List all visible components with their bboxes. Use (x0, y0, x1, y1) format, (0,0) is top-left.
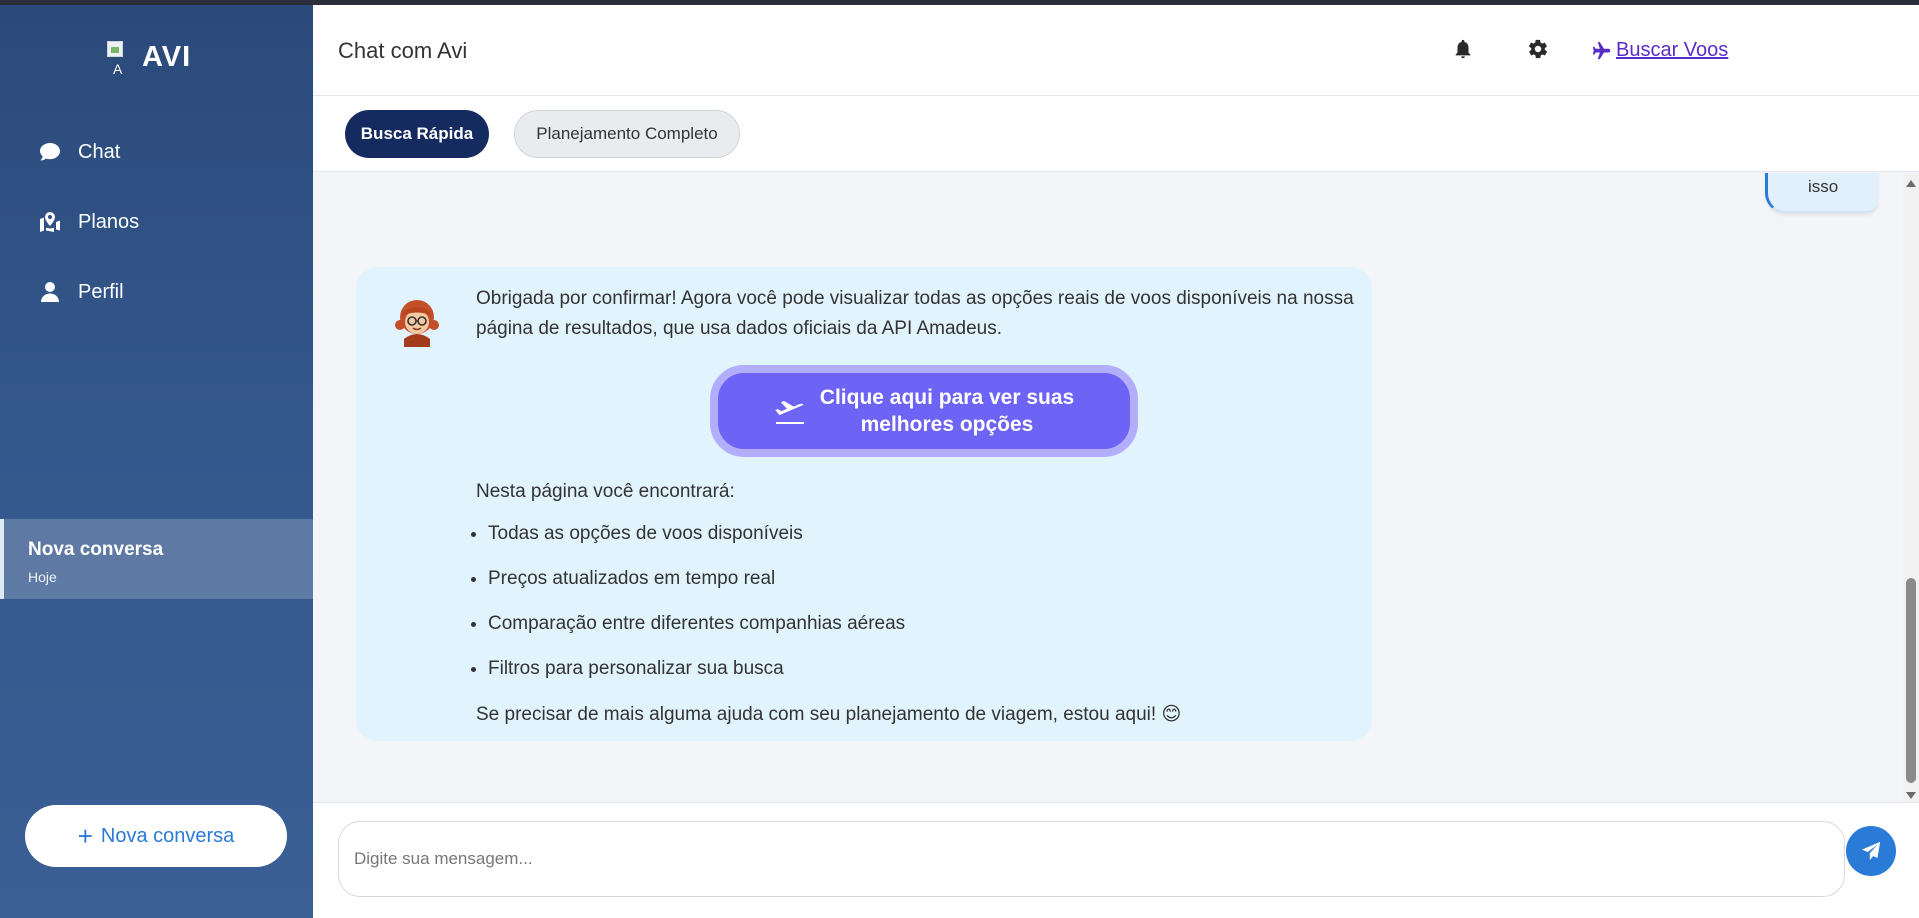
scroll-down-arrow-icon[interactable] (1906, 792, 1916, 799)
features-list: Todas as opções de voos disponíveis Preç… (488, 523, 905, 703)
bot-message: Obrigada por confirmar! Agora você pode … (356, 267, 1372, 741)
scrollbar-thumb[interactable] (1906, 578, 1916, 783)
tab-planejamento-completo[interactable]: Planejamento Completo (514, 110, 740, 158)
gear-icon (1528, 39, 1548, 59)
send-button[interactable] (1846, 826, 1896, 876)
chat-messages[interactable]: isso Obrigada por confirmar! Agora você … (313, 173, 1903, 802)
chat-scrollbar[interactable] (1903, 173, 1919, 802)
message-composer (313, 802, 1919, 918)
cta-label-line2: melhores opções (860, 413, 1034, 436)
broken-logo-image-icon: A (105, 37, 139, 77)
search-flights-link[interactable]: Buscar Voos (1591, 39, 1728, 62)
list-item: Preços atualizados em tempo real (488, 568, 905, 613)
app-logo[interactable]: A AVI (105, 35, 191, 79)
bot-intro-text: Obrigada por confirmar! Agora você pode … (476, 288, 1354, 339)
cta-label-line1: Clique aqui para ver suas (819, 386, 1075, 409)
list-item: Todas as opções de voos disponíveis (488, 523, 905, 568)
sidebar-item-chat[interactable]: Chat (0, 117, 313, 187)
user-message-text: isso (1808, 177, 1839, 196)
comment-icon (40, 143, 60, 161)
notifications-button[interactable] (1452, 38, 1478, 64)
main-area: Chat com Avi Buscar Voos Busca Rápida Pl… (313, 5, 1919, 918)
user-message: isso (1765, 173, 1878, 213)
search-flights-label: Buscar Voos (1616, 39, 1729, 61)
sidebar-item-planos[interactable]: Planos (0, 187, 313, 257)
header: Chat com Avi Buscar Voos (313, 5, 1919, 96)
map-icon (40, 212, 60, 232)
list-item: Filtros para personalizar sua busca (488, 658, 905, 703)
scroll-up-arrow-icon[interactable] (1906, 180, 1916, 187)
message-input[interactable] (338, 821, 1845, 897)
settings-button[interactable] (1527, 38, 1553, 64)
sidebar: A AVI Chat Planos Perfil Nova conversa H… (0, 5, 313, 918)
cta-label: Clique aqui para ver suas melhores opçõe… (820, 384, 1074, 438)
bot-closing-text: Se precisar de mais alguma ajuda com seu… (476, 704, 1182, 725)
sidebar-item-perfil[interactable]: Perfil (0, 257, 313, 327)
logo-alt-text: A (113, 61, 123, 77)
new-conversation-label: Nova conversa (100, 824, 235, 847)
logo-text: AVI (142, 40, 192, 73)
tab-busca-rapida[interactable]: Busca Rápida (345, 110, 489, 158)
plus-icon: + (77, 821, 93, 851)
user-icon (41, 282, 59, 302)
mode-tabs: Busca Rápida Planejamento Completo (313, 96, 1919, 172)
plane-departure-icon (775, 401, 804, 424)
avatar (395, 300, 439, 347)
paper-plane-icon (1861, 841, 1881, 861)
conversation-item[interactable]: Nova conversa Hoje (0, 519, 313, 599)
page-title: Chat com Avi (338, 38, 468, 63)
list-item: Comparação entre diferentes companhias a… (488, 613, 905, 658)
sidebar-item-label: Chat (78, 140, 121, 163)
conversation-date: Hoje (28, 569, 57, 585)
list-heading: Nesta página você encontrará: (476, 481, 735, 502)
plane-icon (1592, 41, 1611, 59)
sidebar-nav: Chat Planos Perfil (0, 117, 313, 327)
sidebar-item-label: Planos (78, 210, 140, 233)
conversation-title: Nova conversa (28, 539, 164, 560)
bell-icon (1455, 39, 1471, 59)
new-conversation-button[interactable]: + Nova conversa (25, 805, 287, 867)
sidebar-item-label: Perfil (78, 280, 124, 303)
view-flight-options-button[interactable]: Clique aqui para ver suas melhores opçõe… (710, 365, 1138, 457)
